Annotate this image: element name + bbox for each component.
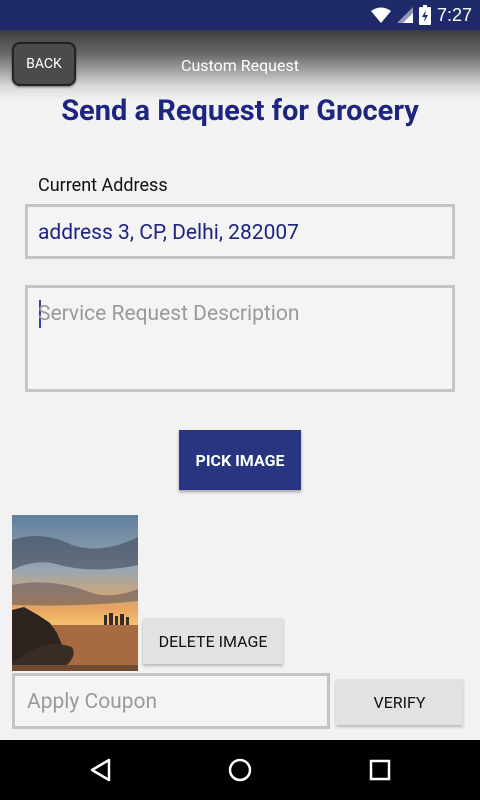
wifi-icon [370,7,391,23]
nav-back-button[interactable] [85,755,115,785]
description-field[interactable]: Service Request Description [25,285,455,392]
nav-home-icon [228,758,252,782]
pick-image-button[interactable]: PICK IMAGE [179,430,301,490]
page-title: Send a Request for Grocery [61,94,419,128]
current-address-label: Current Address [38,175,168,196]
coupon-input[interactable]: Apply Coupon [12,673,330,729]
status-icons: 7:27 [370,4,472,26]
nav-recents-icon [369,759,391,781]
navigation-bar [0,740,480,800]
toolbar: BACK Custom Request [0,30,480,100]
nav-recents-button[interactable] [365,755,395,785]
nav-home-button[interactable] [225,755,255,785]
battery-icon [418,5,431,25]
coupon-placeholder: Apply Coupon [27,690,158,714]
nav-back-icon [90,758,111,782]
description-placeholder: Service Request Description [38,302,300,326]
selected-image [12,515,138,671]
address-field[interactable]: address 3, CP, Delhi, 282007 [25,204,455,259]
delete-image-button[interactable]: DELETE IMAGE [143,618,283,664]
status-bar: 7:27 [0,0,480,30]
toolbar-title: Custom Request [181,56,299,75]
status-time: 7:27 [436,4,472,25]
signal-icon [396,7,413,23]
address-value: address 3, CP, Delhi, 282007 [38,221,299,245]
verify-button[interactable]: VERIFY [336,679,463,725]
